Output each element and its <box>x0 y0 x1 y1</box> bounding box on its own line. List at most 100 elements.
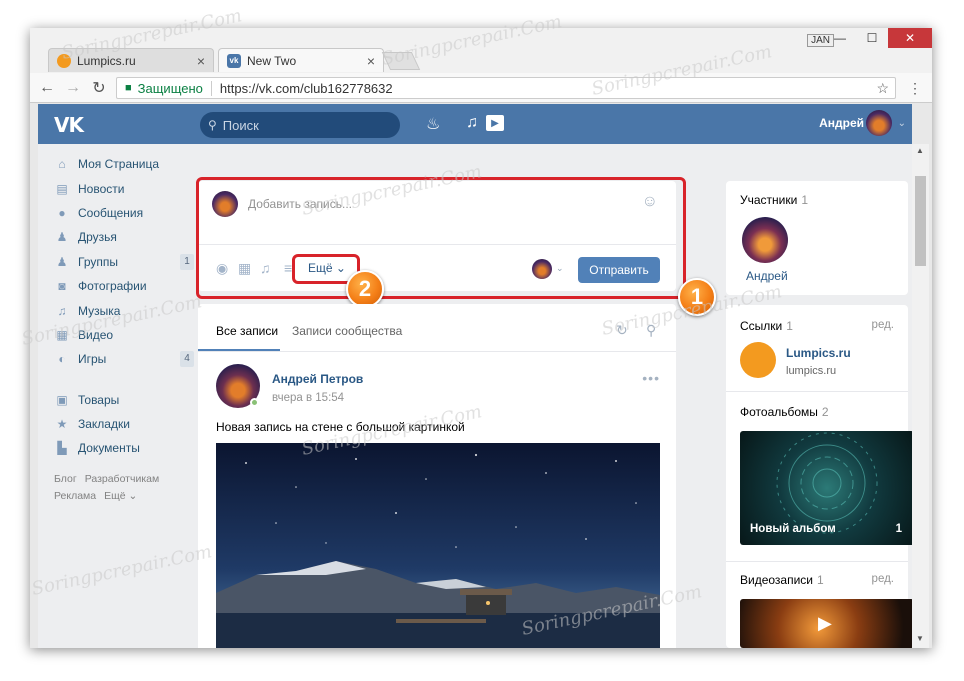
minimize-button[interactable]: — <box>824 28 856 48</box>
sidebar-item-groups[interactable]: ♟ Группы 1 <box>54 250 194 274</box>
scroll-up-icon[interactable]: ▲ <box>916 146 924 155</box>
title-bar: Lumpics.ru × vk New Two × JAN — ☐ ✕ <box>30 28 932 73</box>
right-info-block: Ссылки 1 ред. Lumpics.ru lumpics.ru Фотоа… <box>726 305 912 648</box>
maximize-button[interactable]: ☐ <box>856 28 888 48</box>
avatar[interactable] <box>742 217 788 263</box>
sidebar-item-label: Товары <box>78 392 120 407</box>
avatar[interactable] <box>866 110 892 136</box>
back-button[interactable]: ← <box>34 79 60 97</box>
forward-button[interactable]: → <box>60 79 86 97</box>
link-name[interactable]: Lumpics.ru <box>786 346 851 360</box>
sidebar-item-my-page[interactable]: ⌂ Моя Страница <box>54 152 194 176</box>
footer-link-developers[interactable]: Разработчикам <box>85 473 160 485</box>
url-bar[interactable]: ■ Защищено https://vk.com/club162778632 … <box>116 77 896 99</box>
member-name[interactable]: Андрей <box>746 269 788 283</box>
tab-lumpics[interactable]: Lumpics.ru × <box>48 48 214 72</box>
sidebar-item-photos[interactable]: ◙ Фотографии <box>54 274 194 298</box>
refresh-icon[interactable]: ↻ <box>616 322 628 339</box>
scrollbar[interactable]: ▲ ▼ <box>912 144 929 648</box>
scroll-thumb[interactable] <box>915 176 926 266</box>
divider <box>726 391 908 392</box>
play-icon[interactable]: ▶ <box>486 115 504 131</box>
footer-link-blog[interactable]: Блог <box>54 473 77 485</box>
highlight-frame-composer <box>196 177 686 299</box>
bell-icon[interactable]: ♨ <box>426 114 440 134</box>
music-icon[interactable]: ♫ <box>466 114 478 132</box>
sidebar-item-friends[interactable]: ♟ Друзья <box>54 225 194 249</box>
star-icon: ★ <box>56 417 68 432</box>
messages-icon: ● <box>58 205 66 220</box>
bookmark-star-icon[interactable]: ☆ <box>876 80 889 97</box>
post-time[interactable]: вчера в 15:54 <box>272 392 344 404</box>
url-text[interactable]: https://vk.com/club162778632 <box>212 81 393 96</box>
vk-logo[interactable]: VK <box>54 113 84 137</box>
tab-new-two[interactable]: vk New Two × <box>218 48 384 72</box>
friend-icon: ♟ <box>56 230 68 245</box>
edit-links-link[interactable]: ред. <box>872 319 894 331</box>
vk-favicon-icon: vk <box>227 53 241 68</box>
tab-close-icon[interactable]: × <box>197 53 205 69</box>
videos-title[interactable]: Видеозаписи 1 <box>740 573 824 587</box>
count-badge: 4 <box>180 351 194 368</box>
search-icon: ⚲ <box>208 118 217 132</box>
document-icon: ▙ <box>57 441 67 456</box>
sidebar-item-label: Видео <box>78 327 114 342</box>
search-input[interactable]: ⚲ Поиск <box>200 112 400 138</box>
sidebar-item-label: Документы <box>78 441 140 456</box>
links-title[interactable]: Ссылки 1 <box>740 319 793 333</box>
sidebar-item-video[interactable]: ▦ Видео <box>54 323 194 347</box>
album-name: Новый альбом <box>750 523 836 535</box>
tab-community-posts[interactable]: Записи сообщества <box>292 324 402 338</box>
lumpics-favicon-icon <box>57 53 71 68</box>
tab-label: New Two <box>247 53 297 68</box>
search-icon[interactable]: ⚲ <box>646 322 656 339</box>
video-icon: ▦ <box>56 327 68 342</box>
members-block: Участники 1 Андрей <box>726 181 908 295</box>
divider <box>726 561 908 562</box>
footer-link-ads[interactable]: Реклама <box>54 490 96 502</box>
night-landscape-image <box>216 443 660 648</box>
sidebar-item-label: Сообщения <box>78 205 144 220</box>
albums-title[interactable]: Фотоальбомы 2 <box>740 405 829 419</box>
divider <box>54 372 194 388</box>
secure-label: Защищено <box>138 80 212 96</box>
sidebar-item-label: Моя Страница <box>78 157 160 172</box>
step-badge-2: 2 <box>346 270 384 308</box>
browser-menu-icon[interactable]: ⋮ <box>908 80 922 97</box>
play-icon[interactable]: ▶ <box>818 613 832 634</box>
more-icon[interactable]: ••• <box>642 370 660 386</box>
footer-link-more[interactable]: Ещё ⌄ <box>104 490 137 502</box>
scroll-down-icon[interactable]: ▼ <box>916 634 924 643</box>
step-badge-1: 1 <box>678 278 716 316</box>
new-tab-button[interactable] <box>381 52 421 70</box>
sidebar-item-documents[interactable]: ▙ Документы <box>54 436 194 460</box>
home-icon: ⌂ <box>58 157 66 172</box>
header-user-name[interactable]: Андрей <box>819 116 864 130</box>
tab-label: Lumpics.ru <box>77 53 136 68</box>
tab-close-icon[interactable]: × <box>367 53 375 69</box>
news-icon: ▤ <box>56 181 68 196</box>
edit-videos-link[interactable]: ред. <box>872 573 894 585</box>
music-icon: ♫ <box>57 303 67 318</box>
vk-header: VK ⚲ Поиск ♨ ♫ ▶ Андрей ⌄ <box>38 104 912 144</box>
sidebar-item-games[interactable]: ◐ Игры 4 <box>54 347 194 371</box>
sidebar-item-goods[interactable]: ▣ Товары <box>54 388 194 412</box>
sidebar-item-news[interactable]: ▤ Новости <box>54 176 194 200</box>
wall: Все записи Записи сообщества ↻ ⚲ Андрей … <box>198 304 676 648</box>
close-window-button[interactable]: ✕ <box>888 28 932 48</box>
post-image[interactable] <box>216 443 660 648</box>
album-count: 1 <box>895 523 902 535</box>
post-author[interactable]: Андрей Петров <box>272 372 363 386</box>
wall-tabs: Все записи Записи сообщества ↻ ⚲ <box>198 304 676 352</box>
sidebar-item-messages[interactable]: ● Сообщения <box>54 201 194 225</box>
members-title[interactable]: Участники 1 <box>740 193 808 207</box>
reload-button[interactable]: ↻ <box>86 78 112 98</box>
video-card[interactable]: ▶ <box>740 599 912 648</box>
sidebar-item-music[interactable]: ♫ Музыка <box>54 298 194 322</box>
lumpics-logo-icon[interactable] <box>740 342 776 378</box>
chevron-down-icon[interactable]: ⌄ <box>898 118 906 129</box>
tab-all-posts[interactable]: Все записи <box>216 324 278 338</box>
album-card[interactable]: Новый альбом 1 <box>740 431 912 545</box>
sidebar-item-bookmarks[interactable]: ★ Закладки <box>54 412 194 436</box>
sidebar-item-label: Новости <box>78 181 125 196</box>
